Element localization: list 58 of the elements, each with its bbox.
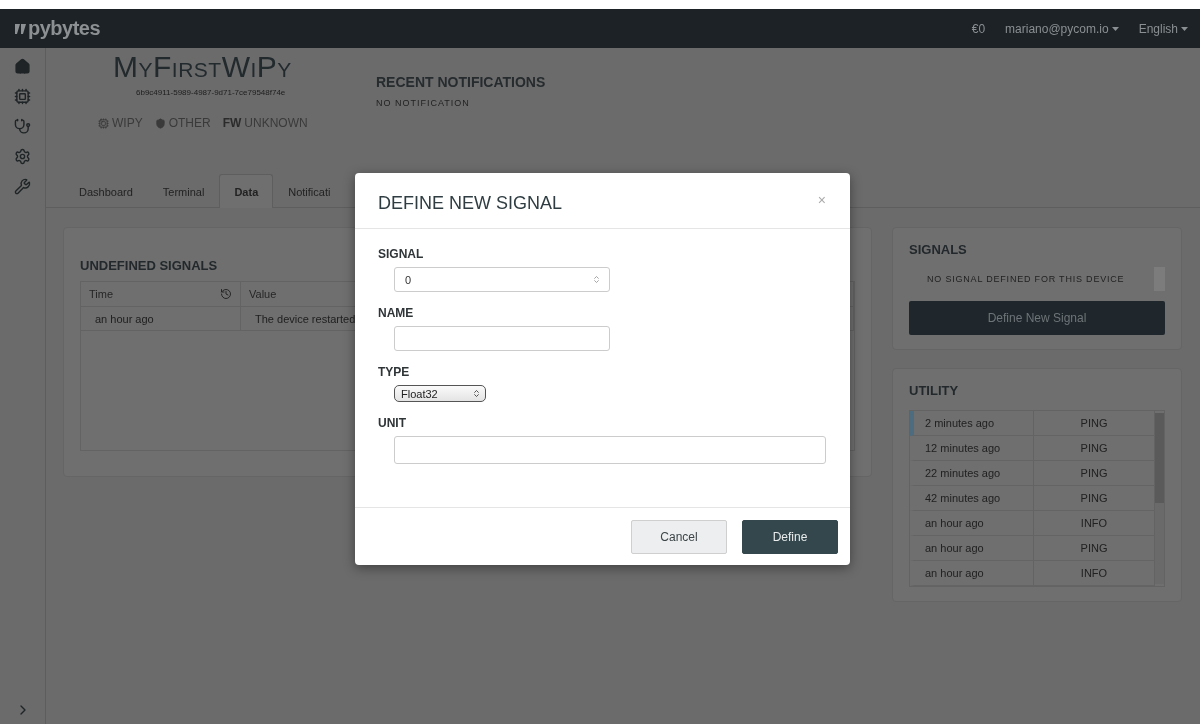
time-cell: 2 minutes ago [914, 411, 1034, 435]
time-cell: 22 minutes ago [914, 461, 1034, 485]
caret-icon [1111, 26, 1119, 31]
logo-icon [14, 22, 27, 35]
close-button[interactable]: × [817, 193, 826, 207]
utility-row[interactable]: 42 minutes ago PING [910, 486, 1155, 511]
wrench-icon[interactable] [14, 178, 31, 195]
field-label: SIGNAL [378, 247, 425, 261]
balance: €0 [971, 21, 986, 36]
spinner-icon[interactable] [592, 275, 601, 284]
cancel-button[interactable]: Cancel [631, 519, 727, 554]
tab[interactable]: Dashboard [64, 178, 148, 208]
device-id: 6b9c4911-5989-4987-9d71-7ce79548f74e [136, 88, 287, 97]
type-select[interactable]: Float32 [394, 385, 486, 402]
name-field[interactable] [394, 326, 610, 351]
define-signal-button[interactable]: Define New Signal [909, 301, 1165, 335]
logo-text: pybytes [28, 17, 101, 40]
time-cell: an hour ago [914, 536, 1034, 560]
language-menu[interactable]: English [1138, 21, 1188, 36]
stethoscope-icon[interactable] [14, 118, 31, 135]
history-icon [220, 288, 232, 300]
table-cell: an hour ago [81, 307, 241, 330]
utility-row[interactable]: 22 minutes ago PING [910, 461, 1155, 486]
number-field[interactable]: 0 [394, 267, 610, 292]
card-title: UNDEFINED SIGNALS [80, 258, 219, 273]
unit-field[interactable] [394, 436, 826, 464]
user-menu[interactable]: mariano@pycom.io [1005, 21, 1119, 36]
tag-prefix: FW [222, 116, 242, 130]
field-label: TYPE [378, 365, 411, 379]
utility-row[interactable]: 12 minutes ago PING [910, 436, 1155, 461]
utility-row[interactable]: an hour ago INFO [910, 511, 1155, 536]
utility-row[interactable]: an hour ago INFO [910, 561, 1155, 586]
time-cell: 42 minutes ago [914, 486, 1034, 510]
utility-row[interactable]: an hour ago PING [910, 536, 1155, 561]
tab[interactable]: Notificati [273, 178, 346, 208]
time-cell: an hour ago [914, 511, 1034, 535]
time-cell: 12 minutes ago [914, 436, 1034, 460]
chip-icon [98, 117, 109, 129]
card-title: UTILITY [909, 383, 960, 398]
settings-icon[interactable] [14, 148, 31, 165]
caret-icon [1181, 26, 1188, 31]
tab[interactable]: Terminal [147, 178, 220, 208]
chip-icon[interactable] [14, 88, 31, 105]
device-name: MyFirstWiPy [113, 50, 293, 84]
home-icon[interactable] [14, 58, 31, 75]
updown-icon [472, 389, 481, 398]
dialog-title: DEFINE NEW SIGNAL [378, 193, 563, 214]
empty-message: NO NOTIFICATION [376, 98, 471, 108]
column-header[interactable]: Time [81, 282, 241, 306]
notifications-title: RECENT NOTIFICATIONS [376, 74, 546, 90]
card-title: SIGNALS [909, 242, 968, 257]
field-label: UNIT [378, 416, 407, 430]
tab[interactable]: Data [219, 174, 274, 208]
time-cell: an hour ago [914, 561, 1034, 585]
empty-message: NO SIGNAL DEFINED FOR THIS DEVICE [927, 274, 1125, 284]
field-label: NAME [378, 306, 415, 320]
define-button[interactable]: Define [742, 519, 838, 554]
shield-icon [154, 117, 166, 129]
